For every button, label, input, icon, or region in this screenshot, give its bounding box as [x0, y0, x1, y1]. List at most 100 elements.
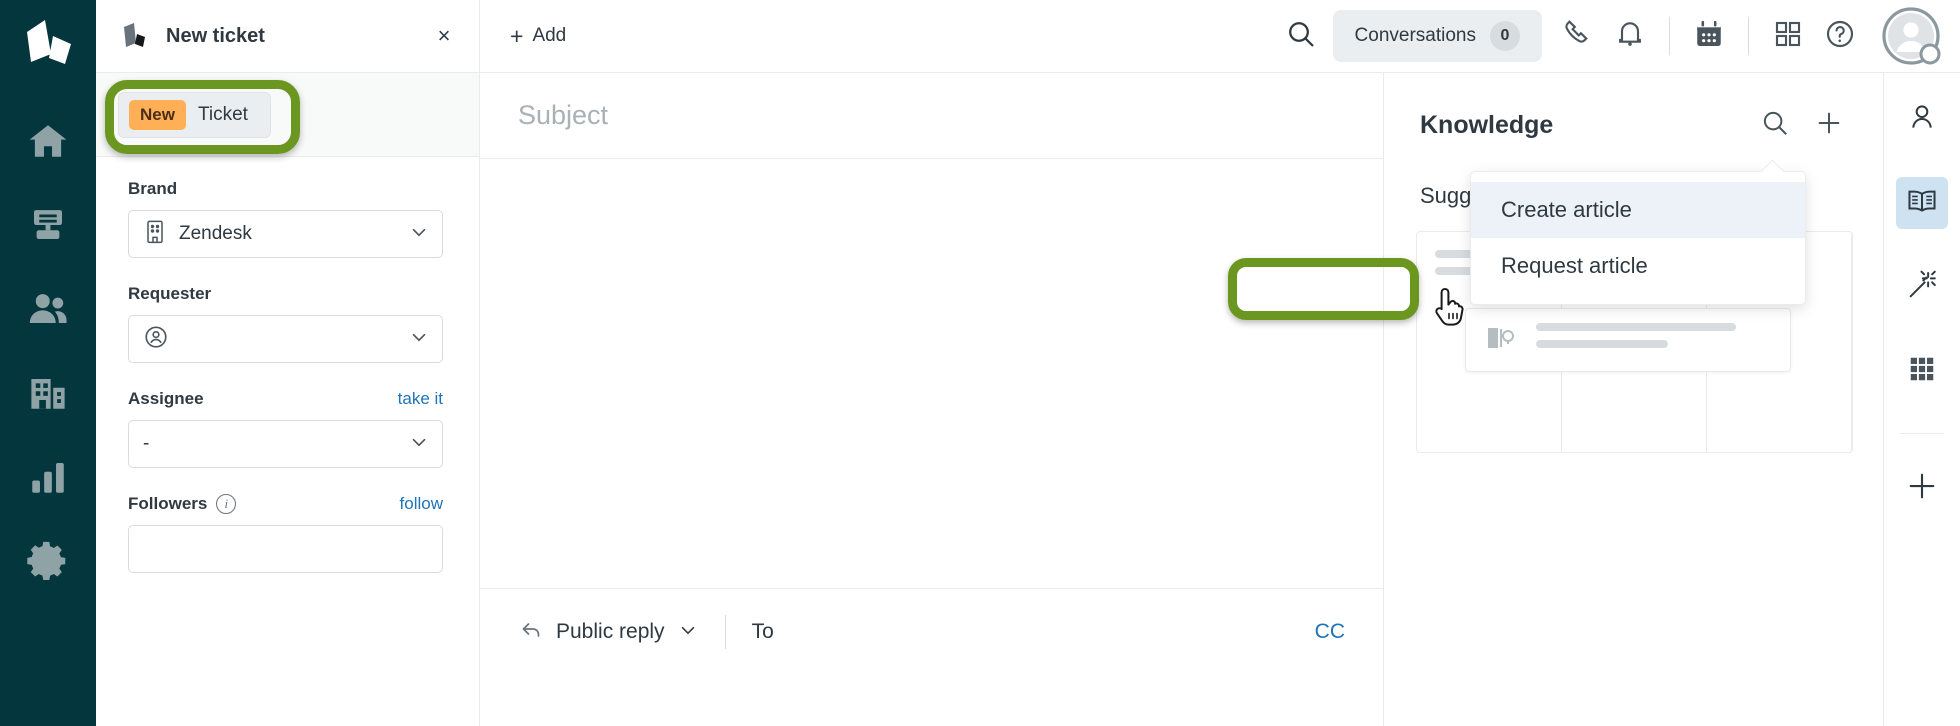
- rail-item-customer-context[interactable]: [1896, 93, 1948, 145]
- composer-bar: Public reply To CC: [518, 615, 1345, 649]
- rail-item-apps[interactable]: [1896, 345, 1948, 397]
- zendesk-agent-workspace: New ticket × + Add Conversations 0 New T…: [0, 0, 1960, 726]
- knowledge-title: Knowledge: [1420, 110, 1554, 139]
- search-button[interactable]: [1275, 10, 1327, 62]
- composer-toolbar: Public reply To CC: [480, 588, 1383, 726]
- menu-item-create-article[interactable]: Create article: [1471, 182, 1805, 238]
- take-it-link[interactable]: take it: [398, 389, 443, 409]
- field-label: Brand: [128, 179, 178, 198]
- sidebar-item-home[interactable]: [0, 99, 96, 183]
- rail-item-ai-assist[interactable]: [1896, 261, 1948, 313]
- rail-item-knowledge[interactable]: [1896, 177, 1948, 229]
- skeleton-line: [1435, 267, 1475, 275]
- follow-link[interactable]: follow: [400, 494, 443, 514]
- phone-icon: [1562, 18, 1594, 55]
- conversations-button[interactable]: Conversations 0: [1332, 10, 1542, 62]
- person-circle-icon: [143, 324, 169, 355]
- ticket-composer-pane: Subject Public reply To CC: [480, 73, 1384, 726]
- chevron-down-icon: [408, 326, 430, 353]
- gear-icon: [25, 538, 71, 584]
- brand-value: Zendesk: [179, 223, 252, 244]
- top-bar-actions: + Add Conversations 0: [480, 0, 1960, 72]
- field-followers-label-row: Followers i follow: [128, 494, 443, 514]
- calendar-button[interactable]: [1683, 10, 1735, 62]
- book-lightbulb-icon: [1484, 323, 1522, 358]
- sidebar-item-reporting[interactable]: [0, 435, 96, 519]
- main-area: New ticket × + Add Conversations 0 New T…: [96, 0, 1960, 726]
- status-badge: New: [129, 99, 186, 130]
- field-label: Assignee: [128, 389, 204, 408]
- home-icon: [25, 120, 71, 162]
- sidebar-item-customers[interactable]: [0, 267, 96, 351]
- rail-item-add-app[interactable]: [1896, 462, 1948, 514]
- apps-grid-icon: [1773, 19, 1803, 54]
- help-button[interactable]: [1814, 10, 1866, 62]
- knowledge-panel: Knowledge Create article Request article: [1384, 73, 1884, 726]
- zendesk-logo-icon[interactable]: [19, 14, 77, 71]
- notifications-button[interactable]: [1604, 10, 1656, 62]
- brand-select[interactable]: Zendesk: [128, 210, 443, 258]
- close-icon[interactable]: ×: [429, 21, 459, 51]
- knowledge-actions: [1755, 105, 1849, 145]
- calendar-icon: [1693, 18, 1725, 55]
- phone-button[interactable]: [1552, 10, 1604, 62]
- ticket-form-pane: New Ticket Brand Zendesk Requester Assig…: [96, 73, 480, 726]
- field-requester: Requester: [128, 284, 443, 363]
- field-label: Requester: [128, 284, 212, 303]
- knowledge-add-menu: Create article Request article: [1470, 171, 1806, 305]
- reply-arrow-icon: [518, 618, 544, 647]
- reply-type-label: Public reply: [556, 620, 665, 643]
- avatar[interactable]: [1880, 5, 1942, 67]
- subject-input[interactable]: Subject: [518, 100, 608, 131]
- requester-select[interactable]: [128, 315, 443, 363]
- field-brand-label-row: Brand: [128, 179, 443, 199]
- toolbar-divider-1: [1669, 17, 1670, 55]
- rail-divider: [1900, 433, 1944, 434]
- conversation-canvas: [480, 159, 1383, 588]
- skeleton-overlay-lines: [1536, 323, 1772, 357]
- cc-link[interactable]: CC: [1315, 620, 1345, 644]
- magic-wand-icon: [1906, 269, 1938, 306]
- add-button-label: Add: [532, 25, 567, 46]
- active-tab[interactable]: New ticket ×: [96, 0, 480, 72]
- reply-type-select[interactable]: Public reply: [518, 618, 699, 647]
- customers-icon: [25, 288, 71, 330]
- ticket-icon: [118, 21, 152, 51]
- field-label: Followers: [128, 494, 208, 513]
- subject-row[interactable]: Subject: [480, 73, 1383, 159]
- menu-item-request-article[interactable]: Request article: [1471, 238, 1805, 294]
- plus-icon: +: [510, 22, 524, 49]
- skeleton-line: [1536, 323, 1736, 331]
- help-icon: [1824, 18, 1856, 55]
- conversations-label: Conversations: [1354, 25, 1476, 46]
- apps-button[interactable]: [1762, 10, 1814, 62]
- toolbar-divider-2: [1748, 17, 1749, 55]
- search-icon: [1760, 108, 1790, 143]
- ticket-status-chip[interactable]: New Ticket: [118, 91, 271, 138]
- assignee-select[interactable]: -: [128, 420, 443, 468]
- left-nav-rail: [0, 0, 96, 726]
- knowledge-search-button[interactable]: [1755, 105, 1795, 145]
- conversations-count-badge: 0: [1490, 21, 1520, 51]
- composer-divider: [724, 615, 726, 649]
- bell-icon: [1614, 18, 1646, 55]
- sidebar-item-settings[interactable]: [0, 519, 96, 603]
- sidebar-item-views[interactable]: [0, 183, 96, 267]
- book-icon: [1906, 185, 1938, 222]
- to-field[interactable]: To: [752, 620, 774, 644]
- person-icon: [1906, 101, 1938, 138]
- field-brand: Brand Zendesk: [128, 179, 443, 258]
- sidebar-item-organizations[interactable]: [0, 351, 96, 435]
- info-icon[interactable]: i: [216, 494, 237, 514]
- plus-icon: [1814, 108, 1844, 143]
- views-icon: [27, 204, 69, 246]
- top-bar: New ticket × + Add Conversations 0: [96, 0, 1960, 73]
- followers-select[interactable]: [128, 525, 443, 573]
- right-icon-rail: [1884, 73, 1960, 726]
- knowledge-add-button[interactable]: [1809, 105, 1849, 145]
- organizations-icon: [26, 372, 70, 414]
- add-button[interactable]: + Add: [502, 19, 574, 54]
- skeleton-overlay-card: [1465, 308, 1791, 372]
- building-icon: [143, 219, 167, 250]
- reporting-icon: [27, 456, 69, 498]
